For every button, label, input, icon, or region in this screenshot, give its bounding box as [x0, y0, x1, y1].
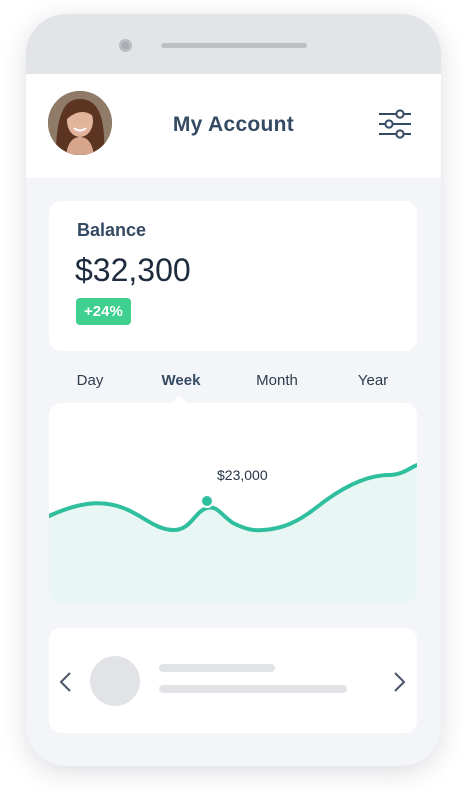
speaker-grille	[161, 43, 307, 48]
phone-top-bezel	[26, 14, 441, 74]
chart-highlight-label: $23,000	[217, 467, 268, 483]
placeholder-thumbnail	[90, 656, 140, 706]
balance-chart	[49, 463, 417, 603]
balance-label: Balance	[77, 220, 147, 240]
sliders-icon[interactable]	[378, 109, 412, 139]
chevron-right-icon[interactable]	[391, 671, 407, 693]
chart-highlight-point	[200, 494, 214, 508]
tab-day[interactable]: Day	[77, 372, 104, 389]
balance-card: Balance $32,300 +24%	[49, 201, 417, 351]
camera-dot	[119, 39, 132, 52]
balance-change-badge: +24%	[76, 298, 131, 325]
app-header: My Account	[26, 74, 441, 178]
balance-amount: $32,300	[75, 252, 191, 288]
chevron-left-icon[interactable]	[58, 671, 74, 693]
placeholder-line	[159, 685, 347, 693]
tab-year[interactable]: Year	[358, 372, 388, 389]
chart-area	[49, 465, 417, 603]
period-tabs: Day Week Month Year	[26, 372, 441, 402]
tab-week[interactable]: Week	[162, 372, 201, 389]
active-tab-pointer	[171, 395, 187, 403]
carousel-card	[49, 628, 417, 733]
placeholder-line	[159, 664, 275, 672]
phone-frame: My Account Balance $32,300 +24% Day Week…	[26, 14, 441, 766]
chart-card	[49, 403, 417, 603]
tab-month[interactable]: Month	[256, 372, 298, 389]
